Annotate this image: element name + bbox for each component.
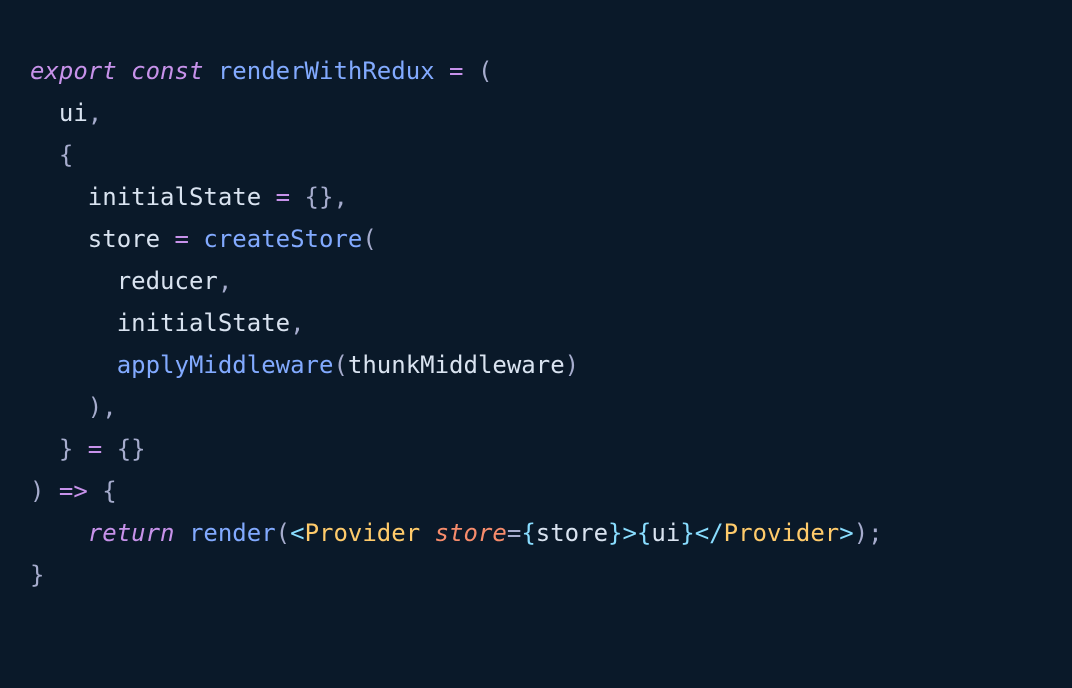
- jsx-expr-open: {: [521, 519, 535, 547]
- punct-comma: ,: [218, 267, 232, 295]
- function-applyMiddleware: applyMiddleware: [117, 351, 334, 379]
- code-block: export const renderWithRedux = ( ui, { i…: [0, 0, 1072, 626]
- param-store: store: [30, 225, 160, 253]
- jsx-expr-store: store: [536, 519, 608, 547]
- param-ui: ui: [30, 99, 88, 127]
- indent: [30, 351, 117, 379]
- punct-close-paren: ): [565, 351, 579, 379]
- punct-open-brace: {: [30, 141, 73, 169]
- jsx-bracket-open: </: [695, 519, 724, 547]
- punct-comma: ,: [290, 309, 304, 337]
- punct-comma: ,: [102, 393, 116, 421]
- punct-open-paren: (: [276, 519, 290, 547]
- function-renderWithRedux: renderWithRedux: [218, 57, 435, 85]
- keyword-const: const: [131, 57, 203, 85]
- jsx-bracket-close: >: [839, 519, 853, 547]
- jsx-bracket-close: >: [622, 519, 636, 547]
- punct-comma: ,: [88, 99, 102, 127]
- jsx-bracket-open: <: [290, 519, 304, 547]
- punct-close-paren: ): [30, 393, 102, 421]
- punct-close-paren: ): [854, 519, 868, 547]
- punct-comma: ,: [333, 183, 347, 211]
- function-createStore: createStore: [203, 225, 362, 253]
- operator-arrow: =>: [44, 477, 102, 505]
- jsx-tag-provider: Provider: [305, 519, 421, 547]
- space: [175, 519, 189, 547]
- param-initialState: initialState: [30, 309, 290, 337]
- keyword-return: return: [88, 519, 175, 547]
- indent: [30, 519, 88, 547]
- punct-empty-obj: {}: [117, 435, 146, 463]
- jsx-attr-store: store: [435, 519, 507, 547]
- operator-equals: =: [160, 225, 203, 253]
- punct-open-paren: (: [478, 57, 492, 85]
- param-thunkMiddleware: thunkMiddleware: [348, 351, 565, 379]
- operator-equals: =: [261, 183, 304, 211]
- function-render: render: [189, 519, 276, 547]
- jsx-expr-close: }: [608, 519, 622, 547]
- jsx-attr-equals: =: [507, 519, 521, 547]
- punct-close-brace: }: [30, 435, 73, 463]
- punct-open-paren: (: [362, 225, 376, 253]
- punct-open-paren: (: [333, 351, 347, 379]
- operator-equals: =: [73, 435, 116, 463]
- code-content: export const renderWithRedux = ( ui, { i…: [30, 57, 883, 589]
- operator-equals: =: [435, 57, 478, 85]
- punct-semicolon: ;: [868, 519, 882, 547]
- jsx-expr-close: }: [680, 519, 694, 547]
- punct-open-brace: {: [102, 477, 116, 505]
- jsx-expr-open: {: [637, 519, 651, 547]
- param-reducer: reducer: [30, 267, 218, 295]
- punct-close-paren: ): [30, 477, 44, 505]
- param-initialState: initialState: [30, 183, 261, 211]
- space: [420, 519, 434, 547]
- punct-close-brace: }: [30, 561, 44, 589]
- jsx-tag-provider: Provider: [724, 519, 840, 547]
- jsx-expr-ui: ui: [651, 519, 680, 547]
- keyword-export: export: [30, 57, 117, 85]
- punct-empty-obj: {}: [305, 183, 334, 211]
